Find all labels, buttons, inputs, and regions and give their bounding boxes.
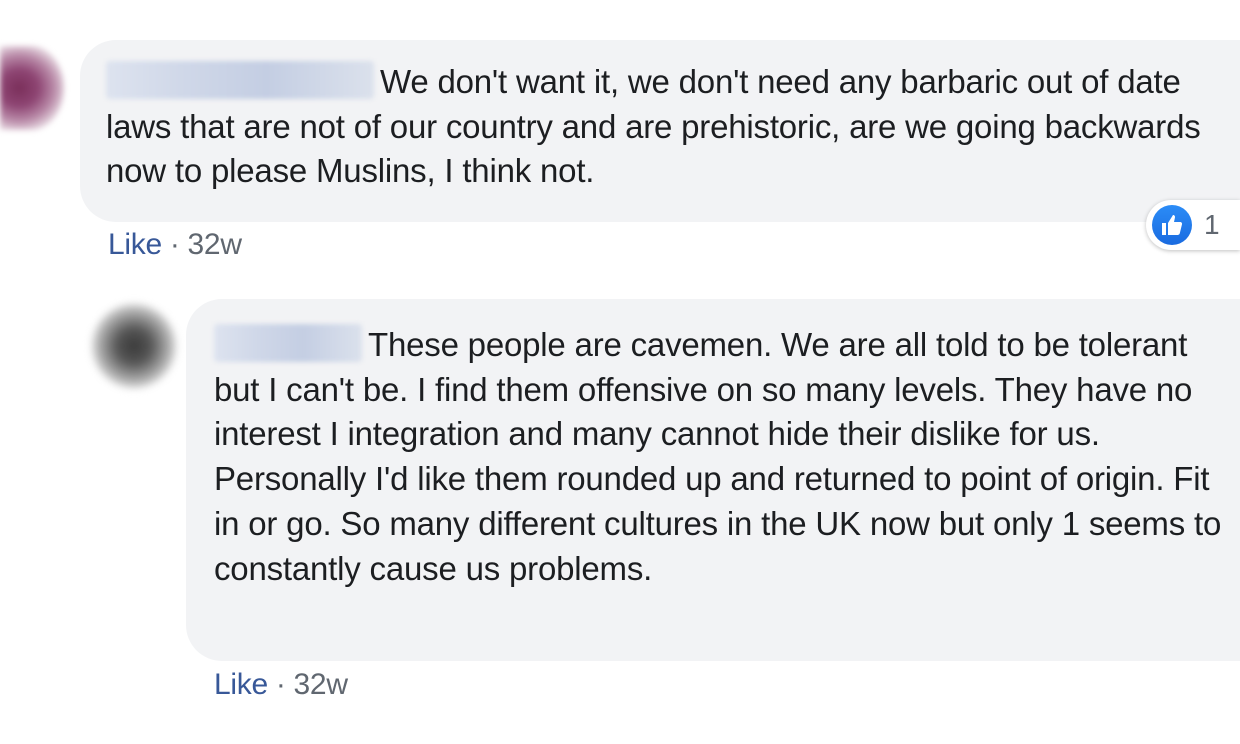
timestamp[interactable]: 32w (294, 668, 348, 701)
separator: · (275, 668, 286, 701)
comment-bubble: We don't want it, we don't need any barb… (80, 40, 1240, 222)
comment-body: We don't want it, we don't need any barb… (106, 60, 1234, 194)
commenter-name-redacted[interactable] (214, 324, 362, 363)
like-link[interactable]: Like (108, 228, 162, 261)
commenter-name-redacted[interactable] (106, 61, 374, 100)
comment-text: These people are cavemen. We are all tol… (214, 326, 1222, 587)
like-link[interactable]: Like (214, 668, 268, 701)
thumbs-up-icon (1152, 205, 1192, 245)
separator: · (169, 228, 180, 261)
comment-meta: Like · 32w (108, 228, 242, 262)
avatar[interactable] (0, 46, 64, 130)
reaction-count: 1 (1204, 209, 1220, 240)
comment-meta: Like · 32w (214, 668, 348, 702)
comment-body: These people are cavemen. We are all tol… (214, 323, 1234, 591)
avatar[interactable] (92, 304, 176, 388)
reply-bubble: These people are cavemen. We are all tol… (186, 299, 1240, 661)
reaction-summary[interactable]: 1 (1146, 200, 1240, 250)
timestamp[interactable]: 32w (188, 228, 242, 261)
comment-thread: We don't want it, we don't need any barb… (0, 0, 1240, 744)
